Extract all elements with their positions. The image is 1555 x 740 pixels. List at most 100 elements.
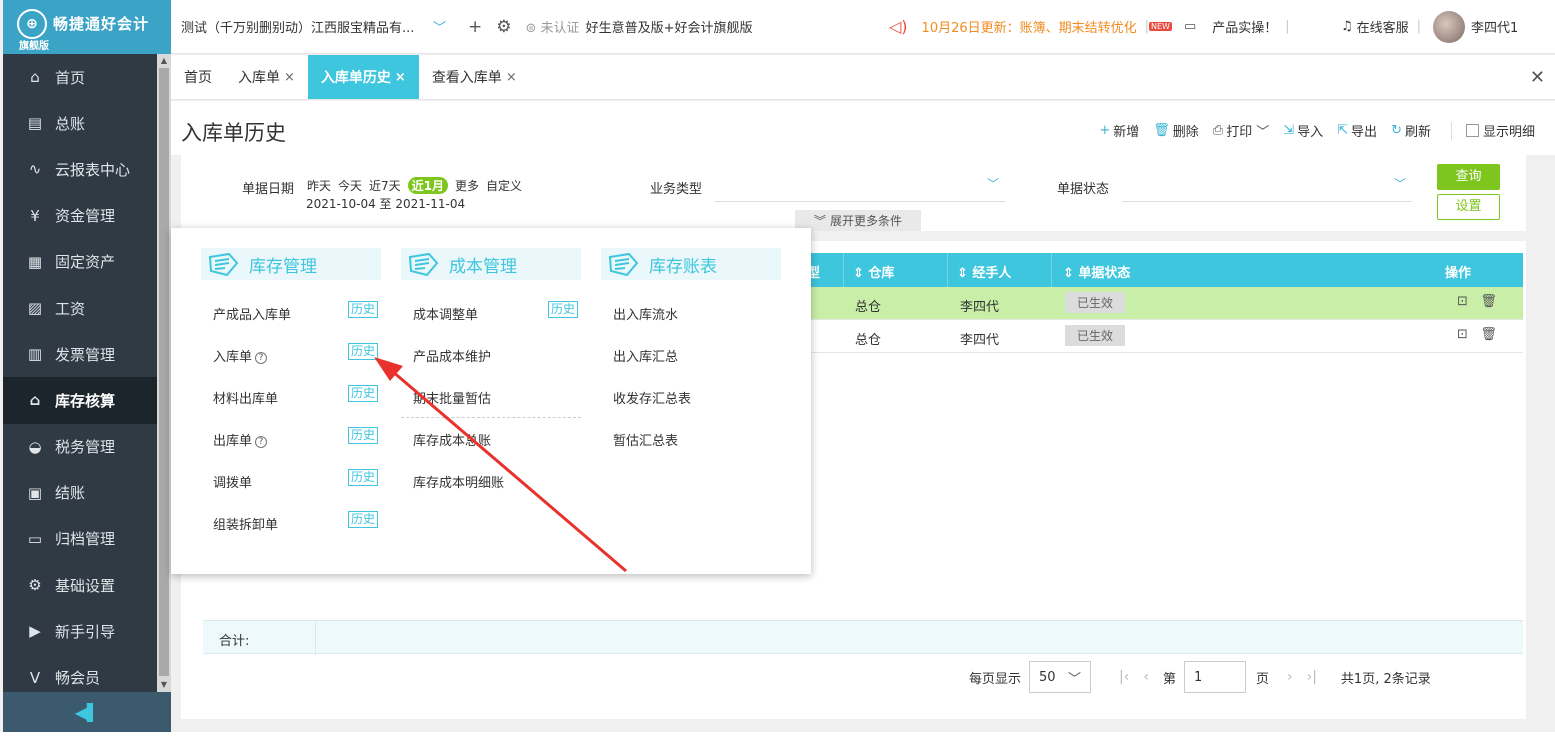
tab-close-icon[interactable]: ×	[506, 70, 517, 85]
help-icon[interactable]: ?	[255, 436, 268, 448]
double-chevron-down-icon: ︾	[813, 214, 826, 228]
column-header-warehouse[interactable]: ⇕ 仓库	[853, 262, 894, 281]
menu-item[interactable]: 库存成本总账	[413, 430, 491, 449]
biz-type-label: 业务类型	[650, 182, 703, 197]
sidebar-item-inventory[interactable]: ⌂ 库存核算	[3, 377, 157, 424]
quick-date-option[interactable]: 近1月	[407, 177, 449, 194]
ledger-icon: ▤	[27, 114, 43, 133]
cert-status[interactable]: ⊜ 未认证	[526, 17, 580, 36]
sidebar-item-guide[interactable]: ▶ 新手引导	[3, 608, 157, 654]
menu-item[interactable]: 收发存汇总表	[613, 388, 691, 407]
last-page-icon[interactable]: ›|	[1307, 669, 1317, 685]
menu-item[interactable]: 暂估汇总表	[613, 430, 678, 449]
menu-item[interactable]: 出库单?	[213, 430, 268, 449]
quick-date-option[interactable]: 今天	[338, 177, 362, 194]
view-icon[interactable]: ⊡	[1457, 294, 1468, 309]
status-select[interactable]	[1122, 201, 1412, 202]
tab-2[interactable]: 入库单历史 ×	[307, 55, 419, 99]
menu-item[interactable]: 入库单?	[213, 346, 268, 365]
add-button[interactable]: + 新增	[1099, 121, 1139, 140]
menu-item[interactable]: 库存成本明细账	[413, 472, 504, 491]
sidebar-item-invoice[interactable]: ▥ 发票管理	[3, 331, 157, 377]
quick-date-option[interactable]: 更多	[455, 177, 479, 194]
company-selector[interactable]: 测试（千万别删别动）江西服宝精品有...	[181, 17, 431, 36]
quick-date-option[interactable]: 近7天	[369, 177, 401, 194]
chevron-down-icon[interactable]: ﹀	[433, 17, 446, 36]
tab-close-icon[interactable]: ×	[395, 70, 406, 85]
delete-button[interactable]: 🗑 删除	[1153, 121, 1199, 140]
help-icon[interactable]: ?	[255, 352, 268, 364]
chevron-down-icon[interactable]: ﹀	[987, 175, 999, 192]
menu-item[interactable]: 期末批量暂估	[413, 388, 491, 407]
biz-type-select[interactable]	[715, 201, 1005, 202]
quick-date-option[interactable]: 自定义	[486, 177, 522, 194]
import-button[interactable]: ⇲ 导入	[1283, 121, 1323, 140]
sidebar-item-tax[interactable]: ◒ 税务管理	[3, 424, 157, 470]
sidebar-item-salary[interactable]: ▨ 工资	[3, 285, 157, 331]
query-button[interactable]: 查询	[1437, 164, 1500, 190]
sidebar-item-money[interactable]: ¥ 资金管理	[3, 193, 157, 239]
online-service-link[interactable]: ♫ 在线客服 |	[1341, 17, 1429, 36]
add-icon[interactable]: +	[468, 17, 482, 37]
sidebar-item-chart[interactable]: ∿ 云报表中心	[3, 146, 157, 192]
tab-3[interactable]: 查看入库单 ×	[419, 55, 530, 99]
history-link[interactable]: 历史	[348, 511, 379, 528]
menu-item[interactable]: 调拨单	[213, 472, 252, 491]
page-number-input[interactable]: 1	[1183, 661, 1246, 693]
update-notice[interactable]: ◁) 10月26日更新：账簿、期末结转优化 |	[889, 17, 1157, 36]
view-icon[interactable]: ⊡	[1457, 327, 1468, 342]
history-link[interactable]: 历史	[348, 427, 379, 444]
history-link[interactable]: 历史	[348, 343, 379, 360]
tab-1[interactable]: 入库单 ×	[225, 55, 308, 99]
trash-icon[interactable]: 🗑	[1480, 327, 1497, 342]
user-menu[interactable]: 李四代1	[1433, 10, 1518, 43]
menu-item[interactable]: 材料出库单	[213, 388, 278, 407]
history-link[interactable]: 历史	[348, 301, 379, 318]
tab-0[interactable]: 首页	[171, 55, 225, 99]
scrollbar-thumb[interactable]	[159, 68, 169, 676]
divider	[947, 253, 948, 287]
brand-logo[interactable]: ⊕ 畅捷通好会计 旗舰版	[3, 0, 171, 54]
export-button[interactable]: ⇱ 导出	[1337, 121, 1377, 140]
refresh-button[interactable]: ↻ 刷新	[1391, 121, 1431, 140]
product-demo-link[interactable]: NEW ▭ 产品实操！ |	[1149, 17, 1298, 36]
scroll-down-arrow-icon[interactable]: ▼	[157, 678, 171, 692]
gear-icon[interactable]: ⚙	[496, 17, 511, 37]
next-page-icon[interactable]: ›	[1287, 669, 1293, 685]
menu-item[interactable]: 出入库流水	[613, 304, 678, 323]
menu-item[interactable]: 成本调整单	[413, 304, 478, 323]
history-link[interactable]: 历史	[348, 469, 379, 486]
expand-more-button[interactable]: ︾ 展开更多条件	[795, 210, 921, 231]
sidebar-item-settings[interactable]: ⚙ 基础设置	[3, 562, 157, 608]
quick-date-option[interactable]: 昨天	[307, 177, 331, 194]
column-header-handler[interactable]: ⇕ 经手人	[957, 262, 1011, 281]
date-range[interactable]: 2021-10-04 至 2021-11-04	[306, 195, 465, 212]
show-detail-checkbox[interactable]: 显示明细	[1465, 121, 1535, 140]
menu-item[interactable]: 产品成本维护	[413, 346, 491, 365]
export-icon: ⇱	[1337, 123, 1349, 138]
sidebar-item-ledger[interactable]: ▤ 总账	[3, 100, 157, 146]
sidebar-item-archive[interactable]: ▭ 归档管理	[3, 516, 157, 562]
sidebar-item-checkout[interactable]: ▣ 结账	[3, 470, 157, 516]
per-page-select[interactable]: 50 ﹀	[1029, 661, 1092, 693]
sidebar-item-asset[interactable]: ▦ 固定资产	[3, 239, 157, 285]
column-header-status[interactable]: ⇕ 单据状态	[1063, 262, 1130, 281]
trash-icon[interactable]: 🗑	[1480, 294, 1497, 309]
money-icon: ¥	[30, 206, 40, 225]
sidebar-scrollbar[interactable]: ▲ ▼	[157, 54, 171, 692]
scroll-up-arrow-icon[interactable]: ▲	[157, 54, 171, 68]
history-link[interactable]: 历史	[348, 385, 379, 402]
chevron-down-icon[interactable]: ﹀	[1394, 175, 1406, 192]
first-page-icon[interactable]: |‹	[1119, 669, 1129, 685]
menu-item[interactable]: 产成品入库单	[213, 304, 291, 323]
sidebar-collapse-button[interactable]: ◀▌	[3, 692, 171, 732]
sidebar-item-home[interactable]: ⌂ 首页	[3, 54, 157, 100]
prev-page-icon[interactable]: ‹	[1143, 669, 1149, 685]
menu-item[interactable]: 组装拆卸单	[213, 514, 278, 533]
setting-button[interactable]: 设置	[1437, 194, 1500, 220]
history-link[interactable]: 历史	[548, 301, 579, 318]
tab-close-icon[interactable]: ×	[284, 70, 295, 85]
menu-item[interactable]: 出入库汇总	[613, 346, 678, 365]
close-icon[interactable]: ✕	[1530, 67, 1545, 88]
print-button[interactable]: ⎙ 打印 ﹀	[1213, 121, 1269, 140]
